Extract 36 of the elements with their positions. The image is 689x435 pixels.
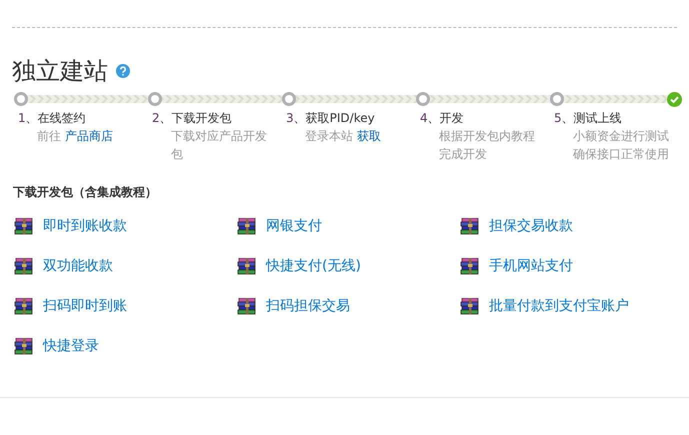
download-link[interactable]: 担保交易收款 (489, 216, 573, 236)
download-link[interactable]: 批量付款到支付宝账户 (489, 296, 629, 316)
section-heading: 下载开发包（含集成教程） (13, 184, 158, 201)
download-link[interactable]: 双功能收款 (43, 256, 113, 276)
step-title: 2、下载开发包 (152, 110, 233, 127)
archive-icon (460, 298, 480, 314)
archive-icon (460, 258, 480, 274)
download-link[interactable]: 手机网站支付 (489, 256, 573, 276)
download-link[interactable]: 扫码担保交易 (266, 296, 350, 316)
archive-icon (14, 298, 34, 314)
step-title: 5、测试上线 (554, 110, 623, 127)
archive-icon (460, 218, 480, 234)
archive-icon (14, 218, 34, 234)
download-link[interactable]: 网银支付 (266, 216, 322, 236)
step-link[interactable]: 获取 (356, 129, 381, 143)
download-link[interactable]: 快捷登录 (43, 336, 99, 356)
step-description: 小额资金进行测试确保接口正常使用 (573, 128, 670, 163)
download-link[interactable]: 扫码即时到账 (43, 296, 127, 316)
download-link[interactable]: 即时到账收款 (43, 216, 127, 236)
step-title: 4、开发 (420, 110, 465, 127)
step-description: 根据开发包内教程完成开发 (439, 128, 536, 163)
step-description: 下载对应产品开发包 (171, 128, 268, 163)
check-icon (667, 92, 682, 107)
archive-icon (237, 298, 257, 314)
archive-icon (237, 258, 257, 274)
step-title: 1、在线签约 (18, 110, 87, 127)
step-description: 登录本站 获取 (305, 128, 382, 145)
page-title: 独立建站 (12, 56, 108, 86)
step-link[interactable]: 产品商店 (64, 129, 113, 143)
step-description: 前往 产品商店 (37, 128, 114, 145)
help-icon[interactable] (116, 64, 130, 78)
archive-icon (237, 218, 257, 234)
step-title: 3、获取PID/key (286, 110, 376, 127)
archive-icon (14, 338, 34, 354)
download-link[interactable]: 快捷支付(无线) (266, 256, 361, 276)
archive-icon (14, 258, 34, 274)
